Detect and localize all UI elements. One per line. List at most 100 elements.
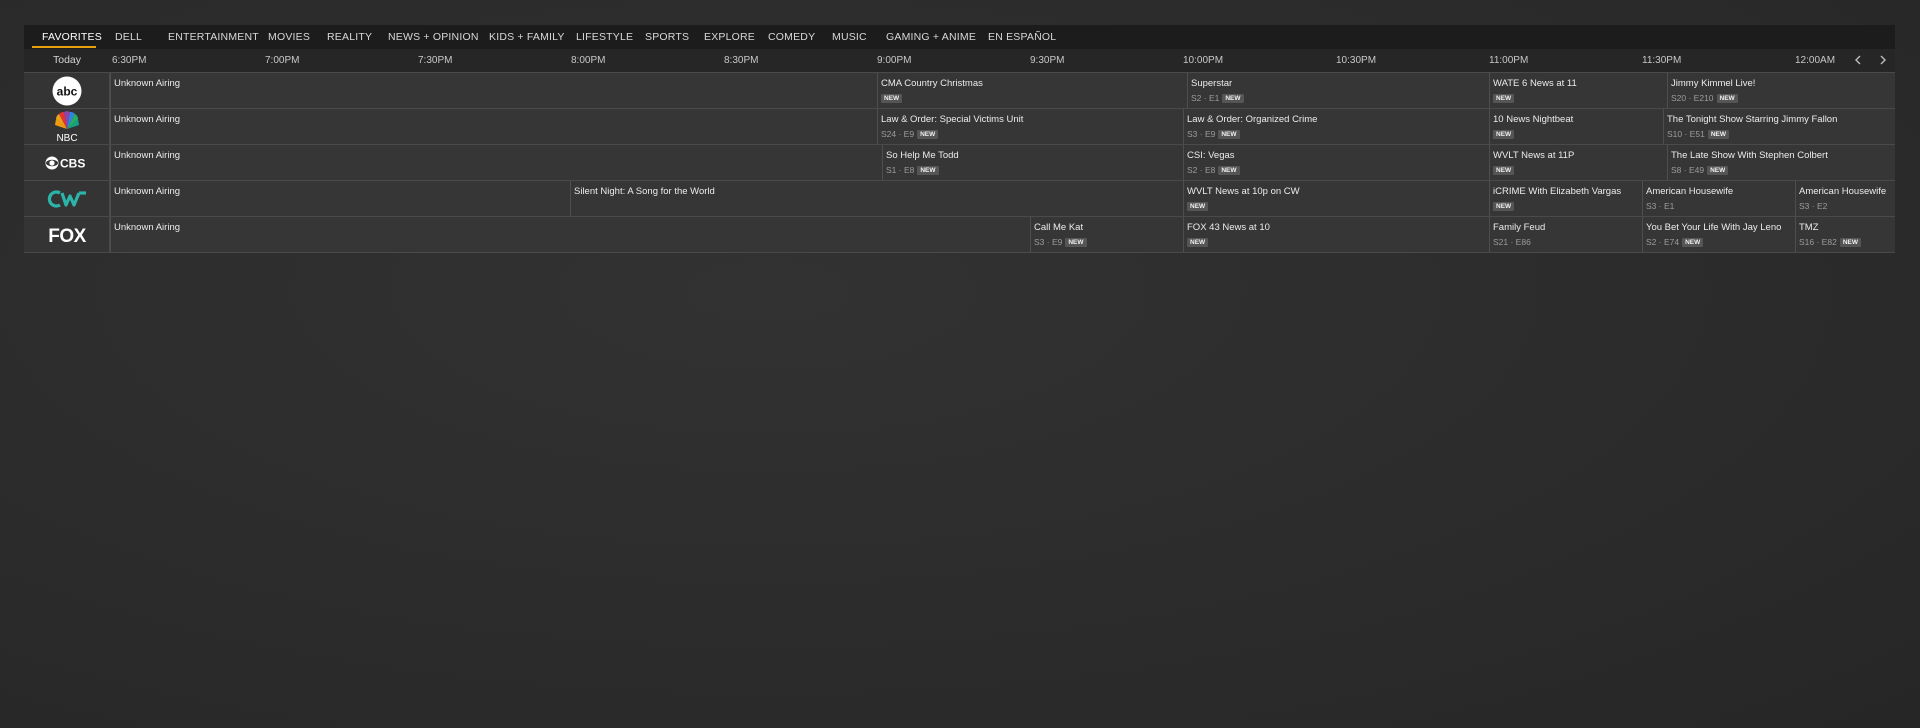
time-tick: 9:30PM [1030,55,1065,66]
program-cell[interactable]: iCRIME With Elizabeth Vargas NEW [1489,181,1642,216]
channel-row-cbs: CBS Unknown Airing So Help Me Todd S1 · … [24,144,1895,180]
svg-text:FOX: FOX [48,226,86,246]
category-tab-kids-family[interactable]: KIDS + FAMILY [489,25,565,49]
program-cell[interactable]: The Tonight Show Starring Jimmy Fallon S… [1663,109,1895,144]
new-badge: NEW [1065,238,1087,247]
category-tab-reality[interactable]: REALITY [327,25,372,49]
category-tab-news-opinion[interactable]: NEWS + OPINION [388,25,479,49]
program-cell[interactable]: CSI: Vegas S2 · E8 NEW [1183,145,1489,180]
time-tick: 6:30PM [112,55,147,66]
program-cell[interactable]: Unknown Airing [110,217,1030,252]
program-cell[interactable]: Unknown Airing [110,109,877,144]
program-cell[interactable]: TMZ S16 · E82 NEW [1795,217,1895,252]
new-badge: NEW [1218,166,1240,175]
program-cell[interactable]: American Housewife S3 · E1 [1642,181,1795,216]
program-cell[interactable]: You Bet Your Life With Jay Leno S2 · E74… [1642,217,1795,252]
time-tick: 8:00PM [571,55,606,66]
category-tab-explore[interactable]: EXPLORE [704,25,755,49]
program-cell[interactable]: 10 News Nightbeat NEW [1489,109,1663,144]
episode-info: S20 · E210 [1671,93,1714,103]
episode-info: S8 · E49 [1671,165,1705,175]
program-cell[interactable]: CMA Country Christmas NEW [877,73,1187,108]
episode-info: S3 · E1 [1646,201,1675,211]
chevron-right-icon[interactable] [1874,49,1892,72]
category-tab-dell[interactable]: DELL [115,25,142,49]
episode-info: S1 · E8 [886,165,915,175]
episode-info: S21 · E86 [1493,237,1531,247]
category-tab-entertainment[interactable]: ENTERTAINMENT [168,25,259,49]
new-badge: NEW [1218,130,1240,139]
program-title: Unknown Airing [114,78,181,89]
episode-info: S2 · E8 [1187,165,1216,175]
new-badge: NEW [1493,202,1515,211]
episode-info: S3 · E2 [1799,201,1828,211]
category-tab-comedy[interactable]: COMEDY [768,25,815,49]
program-cell[interactable]: WVLT News at 10p on CW NEW [1183,181,1489,216]
day-label: Today [52,54,82,66]
program-title: iCRIME With Elizabeth Vargas [1493,186,1622,197]
category-tab-music[interactable]: MUSIC [832,25,867,49]
channel-row-cw: Unknown Airing Silent Night: A Song for … [24,180,1895,216]
new-badge: NEW [1716,94,1738,103]
episode-info: S24 · E9 [881,129,915,139]
category-tab-movies[interactable]: MOVIES [268,25,310,49]
episode-info: S3 · E9 [1187,129,1216,139]
channel-row-fox: FOX Unknown Airing Call Me Kat S3 · E9 NE… [24,216,1895,253]
time-tick: 11:30PM [1642,55,1682,66]
program-cell[interactable]: Call Me Kat S3 · E9 NEW [1030,217,1183,252]
channel-logo-cell[interactable]: FOX [24,217,110,252]
program-title: So Help Me Todd [886,150,959,161]
new-badge: NEW [1493,166,1515,175]
channel-logo-cell[interactable]: NBC [24,109,110,144]
time-tick: 12:00AM [1795,55,1836,66]
program-cell[interactable]: Silent Night: A Song for the World [570,181,1183,216]
program-cell[interactable]: Unknown Airing [110,181,570,216]
program-title: CSI: Vegas [1187,150,1235,161]
svg-text:NBC: NBC [56,133,77,143]
time-tick: 9:00PM [877,55,912,66]
guide-grid: abc Unknown Airing CMA Country Christmas… [24,72,1895,254]
program-cell[interactable]: Superstar S2 · E1 NEW [1187,73,1488,108]
new-badge: NEW [1707,166,1729,175]
cw-logo-icon [47,189,86,208]
new-badge: NEW [917,130,939,139]
program-cell[interactable]: So Help Me Todd S1 · E8 NEW [882,145,1183,180]
program-title: Family Feud [1493,222,1546,233]
program-cell[interactable]: WVLT News at 11P NEW [1489,145,1667,180]
program-cell[interactable]: Unknown Airing [110,145,882,180]
program-cell[interactable]: Law & Order: Special Victims Unit S24 · … [877,109,1183,144]
program-cell[interactable]: FOX 43 News at 10 NEW [1183,217,1489,252]
program-title: TMZ [1799,222,1819,233]
category-tab-gaming-anime[interactable]: GAMING + ANIME [886,25,976,49]
episode-info: S10 · E51 [1667,129,1705,139]
program-cell[interactable]: Unknown Airing [110,73,790,108]
program-title: 10 News Nightbeat [1493,114,1574,125]
program-cell[interactable]: American Housewife S3 · E2 [1795,181,1895,216]
episode-info: S16 · E82 [1799,237,1837,247]
category-tab-en-espanol[interactable]: EN ESPAÑOL [988,25,1056,49]
program-cell[interactable]: The Late Show With Stephen Colbert S8 · … [1667,145,1895,180]
program-cell[interactable]: Family Feud S21 · E86 [1489,217,1642,252]
nbc-peacock-logo-icon: NBC [54,110,79,143]
program-cell[interactable]: WATE 6 News at 11 NEW [1489,73,1667,108]
time-tick: 7:00PM [265,55,300,66]
channel-logo-cell[interactable]: abc [24,73,110,108]
category-tab-sports[interactable]: SPORTS [645,25,689,49]
program-title: WVLT News at 10p on CW [1187,186,1300,197]
episode-info: S2 · E74 [1646,237,1680,247]
channel-logo-cell[interactable] [24,181,110,216]
channel-row-nbc: NBC Unknown Airing Law & Order: Special … [24,108,1895,144]
program-cell[interactable]: Jimmy Kimmel Live! S20 · E210 NEW [1667,73,1895,108]
chevron-left-icon[interactable] [1849,49,1867,72]
svg-text:abc: abc [56,84,77,98]
program-title: American Housewife [1799,186,1887,197]
time-tick: 10:00PM [1183,55,1224,66]
new-badge: NEW [917,166,939,175]
category-tab-lifestyle[interactable]: LIFESTYLE [576,25,633,49]
program-cell[interactable]: Law & Order: Organized Crime S3 · E9 NEW [1183,109,1489,144]
program-title: Law & Order: Organized Crime [1187,114,1318,125]
channel-row-abc: abc Unknown Airing CMA Country Christmas… [24,72,1895,108]
program-title: You Bet Your Life With Jay Leno [1646,222,1782,233]
program-title: Jimmy Kimmel Live! [1671,78,1756,89]
channel-logo-cell[interactable]: CBS [24,145,110,180]
